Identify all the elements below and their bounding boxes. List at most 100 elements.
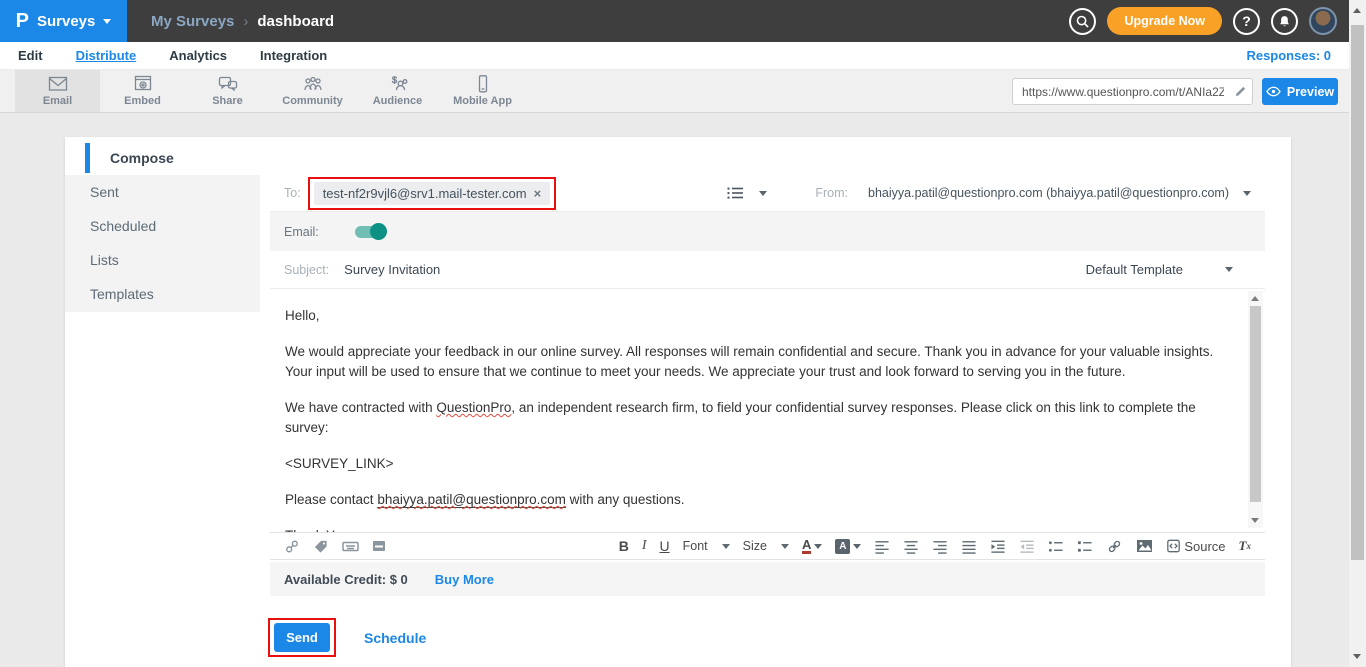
tag-icon[interactable] (313, 539, 329, 554)
sidebar-item-templates[interactable]: Templates (65, 277, 260, 311)
subject-label: Subject: (284, 263, 329, 277)
channel-email[interactable]: Email (15, 70, 100, 112)
tab-integration[interactable]: Integration (260, 48, 327, 63)
insert-image-icon[interactable] (1136, 539, 1153, 553)
tab-analytics[interactable]: Analytics (169, 48, 227, 63)
contact-email-link[interactable]: bhaiyya.patil@questionpro.com (377, 492, 566, 508)
recipient-chip[interactable]: test-nf2r9vjl6@srv1.mail-tester.com × (314, 182, 551, 205)
background-color-button[interactable]: A (835, 539, 861, 554)
survey-tabbar: Edit Distribute Analytics Integration Re… (0, 42, 1349, 70)
template-select[interactable]: Default Template (1086, 262, 1233, 277)
align-left-icon[interactable] (874, 539, 890, 554)
sidebar-item-compose[interactable]: Compose (65, 143, 260, 173)
scroll-down-icon[interactable] (1251, 518, 1259, 523)
from-address[interactable]: bhaiyya.patil@questionpro.com (bhaiyya.p… (868, 186, 1229, 200)
editor-scrollbar-thumb[interactable] (1250, 306, 1261, 502)
send-button[interactable]: Send (274, 623, 330, 652)
search-button[interactable] (1069, 8, 1096, 35)
breadcrumb-dashboard: dashboard (257, 13, 334, 30)
body-survey-link-placeholder: <SURVEY_LINK> (285, 454, 1231, 474)
channel-share[interactable]: Share (185, 70, 270, 112)
remove-recipient-icon[interactable]: × (534, 186, 542, 201)
header-actions: Upgrade Now ? (1069, 7, 1349, 35)
indent-icon[interactable] (990, 539, 1006, 554)
insert-link-icon[interactable] (1106, 539, 1123, 554)
surveys-menu[interactable]: P Surveys (0, 0, 127, 42)
footer-message-icon[interactable] (372, 540, 386, 552)
page-scroll-up-icon[interactable] (1353, 8, 1361, 13)
survey-url-box (1012, 78, 1253, 105)
numbered-list-icon[interactable] (1077, 539, 1093, 554)
tab-distribute[interactable]: Distribute (76, 48, 137, 63)
source-button[interactable]: Source (1166, 539, 1225, 554)
compose-form: To: test-nf2r9vjl6@srv1.mail-tester.com … (270, 175, 1265, 667)
channel-audience[interactable]: $ Audience (355, 70, 440, 112)
page-scrollbar[interactable] (1349, 0, 1366, 667)
preview-label: Preview (1287, 85, 1334, 99)
help-button[interactable]: ? (1233, 8, 1260, 35)
subject-value[interactable]: Survey Invitation (344, 262, 440, 277)
form-actions: Send Schedule (261, 618, 1265, 657)
select-list-button[interactable] (727, 186, 744, 200)
upgrade-now-button[interactable]: Upgrade Now (1107, 7, 1222, 35)
schedule-link[interactable]: Schedule (364, 630, 426, 646)
share-icon (217, 75, 239, 93)
preview-button[interactable]: Preview (1262, 78, 1338, 105)
edit-url-button[interactable] (1228, 79, 1252, 104)
email-body-editor[interactable]: Hello, We would appreciate your feedback… (270, 289, 1265, 532)
tab-edit[interactable]: Edit (18, 48, 43, 63)
body-greeting: Hello, (285, 306, 1231, 326)
from-dropdown-chevron-icon[interactable] (1243, 191, 1251, 196)
search-icon (1076, 15, 1089, 28)
svg-text:$: $ (392, 75, 397, 85)
scroll-up-icon[interactable] (1251, 296, 1259, 301)
surveys-menu-label: Surveys (37, 13, 95, 30)
italic-button[interactable]: I (642, 538, 647, 554)
channel-mobile-app[interactable]: Mobile App (440, 70, 525, 112)
align-center-icon[interactable] (903, 539, 919, 554)
recipient-email: test-nf2r9vjl6@srv1.mail-tester.com (323, 186, 527, 201)
text-color-button[interactable]: A (802, 538, 822, 554)
sidebar-item-sent[interactable]: Sent (65, 175, 260, 209)
embed-icon (132, 75, 154, 93)
list-dropdown-chevron-icon[interactable] (759, 191, 767, 196)
responses-count[interactable]: Responses: 0 (1246, 48, 1331, 63)
breadcrumb: My Surveys › dashboard (151, 13, 334, 30)
align-justify-icon[interactable] (961, 539, 977, 554)
page-scrollbar-thumb[interactable] (1351, 25, 1364, 560)
channel-embed[interactable]: Embed (100, 70, 185, 112)
editor-scrollbar[interactable] (1248, 291, 1263, 528)
sidebar-item-lists[interactable]: Lists (65, 243, 260, 277)
buy-more-link[interactable]: Buy More (435, 572, 494, 587)
sidebar-item-scheduled[interactable]: Scheduled (65, 209, 260, 243)
body-closing: Thank You (285, 526, 1231, 532)
channel-embed-label: Embed (124, 95, 161, 107)
subject-row: Subject: Survey Invitation Default Templ… (270, 251, 1265, 289)
channel-mobile-app-label: Mobile App (453, 95, 512, 107)
remove-format-button[interactable]: Tx (1239, 538, 1251, 554)
survey-url-input[interactable] (1013, 85, 1228, 99)
available-credit-label: Available Credit: $ 0 (284, 572, 408, 587)
keyboard-icon[interactable] (342, 540, 359, 553)
outdent-icon[interactable] (1019, 539, 1035, 554)
pencil-icon (1234, 85, 1247, 98)
email-toggle[interactable] (355, 226, 385, 238)
channel-email-label: Email (43, 95, 72, 107)
channel-community[interactable]: Community (270, 70, 355, 112)
size-dropdown[interactable]: Size (743, 539, 789, 553)
breadcrumb-my-surveys[interactable]: My Surveys (151, 13, 234, 30)
survey-link-icon[interactable] (284, 539, 300, 554)
credit-row: Available Credit: $ 0 Buy More (270, 562, 1265, 596)
font-dropdown[interactable]: Font (683, 539, 730, 553)
distribute-channel-bar: Email Embed Share Community $ Audience M… (0, 70, 1349, 113)
notifications-button[interactable] (1271, 8, 1298, 35)
underline-button[interactable]: U (659, 538, 669, 554)
mobile-app-icon (472, 75, 494, 93)
page-scroll-down-icon[interactable] (1353, 654, 1361, 659)
align-right-icon[interactable] (932, 539, 948, 554)
bold-button[interactable]: B (619, 538, 629, 554)
annotation-box-send: Send (268, 618, 336, 657)
bulleted-list-icon[interactable] (1048, 539, 1064, 554)
user-avatar[interactable] (1309, 7, 1337, 35)
email-toggle-row: Email: (270, 212, 1265, 251)
